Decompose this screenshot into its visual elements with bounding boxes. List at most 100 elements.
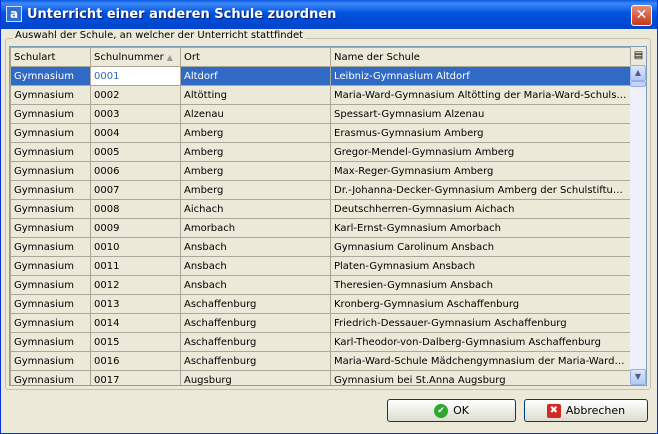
table-row[interactable]: Gymnasium 0001 Altdorf Leibniz-Gymnasium Al…: [10, 66, 631, 86]
table-row[interactable]: Gymnasium 0002 Altötting Maria-Ward-Gymnasi…: [10, 85, 631, 105]
column-chooser-icon[interactable]: ▤: [630, 47, 646, 65]
cell-schulnummer[interactable]: 0008: [90, 199, 181, 219]
column-header-schulart[interactable]: Schulart: [10, 47, 91, 67]
cell-schulart[interactable]: Gymnasium: [10, 294, 91, 314]
cell-schulart[interactable]: Gymnasium: [10, 351, 91, 371]
cell-ort[interactable]: Amberg: [180, 180, 331, 200]
cell-schulnummer[interactable]: 0006: [90, 161, 181, 181]
cell-schulnummer[interactable]: 0016: [90, 351, 181, 371]
cell-name[interactable]: Erasmus-Gymnasium Amberg: [330, 123, 631, 143]
title-bar[interactable]: a Unterricht einer anderen Schule zuordn…: [1, 0, 657, 29]
cell-schulnummer[interactable]: 0015: [90, 332, 181, 352]
cell-ort[interactable]: Amberg: [180, 161, 331, 181]
table-row[interactable]: Gymnasium 0007 Amberg Dr.-Johanna-Decker-Gy…: [10, 180, 631, 200]
cancel-button-label: Abbrechen: [565, 404, 626, 417]
cell-schulnummer[interactable]: 0001: [90, 66, 181, 86]
column-header-schulnummer[interactable]: Schulnummer ▲: [90, 47, 181, 67]
cell-schulnummer[interactable]: 0010: [90, 237, 181, 257]
cell-ort[interactable]: Amberg: [180, 123, 331, 143]
cell-ort[interactable]: Alzenau: [180, 104, 331, 124]
cell-name[interactable]: Dr.-Johanna-Decker-Gymnasium Amberg der …: [330, 180, 631, 200]
table-row[interactable]: Gymnasium 0003 Alzenau Spessart-Gymnasium A…: [10, 104, 631, 124]
cell-name[interactable]: Maria-Ward-Gymnasium Altötting der Maria…: [330, 85, 631, 105]
cell-name[interactable]: Karl-Ernst-Gymnasium Amorbach: [330, 218, 631, 238]
cell-schulart[interactable]: Gymnasium: [10, 180, 91, 200]
cell-ort[interactable]: Aichach: [180, 199, 331, 219]
cell-name[interactable]: Max-Reger-Gymnasium Amberg: [330, 161, 631, 181]
cell-name[interactable]: Platen-Gymnasium Ansbach: [330, 256, 631, 276]
cell-schulart[interactable]: Gymnasium: [10, 237, 91, 257]
cell-schulart[interactable]: Gymnasium: [10, 199, 91, 219]
cell-schulart[interactable]: Gymnasium: [10, 275, 91, 295]
table-row[interactable]: Gymnasium 0006 Amberg Max-Reger-Gymnasium A…: [10, 161, 631, 181]
cell-schulnummer[interactable]: 0014: [90, 313, 181, 333]
table-row[interactable]: Gymnasium 0015 Aschaffenburg Karl-Theodor-v…: [10, 332, 631, 352]
cell-schulart[interactable]: Gymnasium: [10, 332, 91, 352]
table-row[interactable]: Gymnasium 0004 Amberg Erasmus-Gymnasium Amb…: [10, 123, 631, 143]
cell-schulnummer[interactable]: 0005: [90, 142, 181, 162]
cell-schulart[interactable]: Gymnasium: [10, 218, 91, 238]
cell-schulnummer[interactable]: 0009: [90, 218, 181, 238]
cell-schulnummer[interactable]: 0007: [90, 180, 181, 200]
cell-schulnummer[interactable]: 0003: [90, 104, 181, 124]
cell-ort[interactable]: Ansbach: [180, 237, 331, 257]
cell-ort[interactable]: Altdorf: [180, 66, 331, 86]
cell-schulart[interactable]: Gymnasium: [10, 66, 91, 86]
cell-name[interactable]: Theresien-Gymnasium Ansbach: [330, 275, 631, 295]
sort-ascending-icon: ▲: [166, 52, 173, 62]
cell-schulart[interactable]: Gymnasium: [10, 104, 91, 124]
table-row[interactable]: Gymnasium 0008 Aichach Deutschherren-Gymnas…: [10, 199, 631, 219]
cell-name[interactable]: Gymnasium Carolinum Ansbach: [330, 237, 631, 257]
table-row[interactable]: Gymnasium 0011 Ansbach Platen-Gymnasium Ans…: [10, 256, 631, 276]
table-row[interactable]: Gymnasium 0017 Augsburg Gymnasium bei St.An…: [10, 370, 631, 385]
cancel-button[interactable]: ✖ Abbrechen: [524, 399, 648, 422]
column-header-ort[interactable]: Ort: [180, 47, 331, 67]
cell-schulart[interactable]: Gymnasium: [10, 256, 91, 276]
table-row[interactable]: Gymnasium 0013 Aschaffenburg Kronberg-Gymna…: [10, 294, 631, 314]
cell-name[interactable]: Maria-Ward-Schule Mädchengymnasium der M…: [330, 351, 631, 371]
cell-name[interactable]: Gymnasium bei St.Anna Augsburg: [330, 370, 631, 385]
table-row[interactable]: Gymnasium 0014 Aschaffenburg Friedrich-Dess…: [10, 313, 631, 333]
cell-schulnummer[interactable]: 0017: [90, 370, 181, 385]
cell-name[interactable]: Gregor-Mendel-Gymnasium Amberg: [330, 142, 631, 162]
cell-name[interactable]: Karl-Theodor-von-Dalberg-Gymnasium Ascha…: [330, 332, 631, 352]
close-button[interactable]: ✕: [631, 5, 652, 26]
cell-name[interactable]: Friedrich-Dessauer-Gymnasium Aschaffenbu…: [330, 313, 631, 333]
scroll-thumb[interactable]: [630, 81, 646, 87]
ok-button[interactable]: ✔ OK: [387, 399, 516, 422]
cell-ort[interactable]: Ansbach: [180, 256, 331, 276]
cell-ort[interactable]: Aschaffenburg: [180, 313, 331, 333]
cell-schulnummer[interactable]: 0011: [90, 256, 181, 276]
column-header-name[interactable]: Name der Schule: [330, 47, 631, 67]
cell-ort[interactable]: Amberg: [180, 142, 331, 162]
cell-schulart[interactable]: Gymnasium: [10, 313, 91, 333]
cell-schulart[interactable]: Gymnasium: [10, 370, 91, 385]
cell-schulart[interactable]: Gymnasium: [10, 85, 91, 105]
cell-ort[interactable]: Augsburg: [180, 370, 331, 385]
cell-schulnummer[interactable]: 0013: [90, 294, 181, 314]
table-row[interactable]: Gymnasium 0012 Ansbach Theresien-Gymnasium …: [10, 275, 631, 295]
vertical-scrollbar[interactable]: ▲ ▼: [630, 65, 646, 385]
cell-name[interactable]: Leibniz-Gymnasium Altdorf: [330, 66, 631, 86]
cell-name[interactable]: Deutschherren-Gymnasium Aichach: [330, 199, 631, 219]
cell-schulnummer[interactable]: 0002: [90, 85, 181, 105]
cell-schulart[interactable]: Gymnasium: [10, 123, 91, 143]
cell-schulart[interactable]: Gymnasium: [10, 142, 91, 162]
scroll-up-icon[interactable]: ▲: [630, 65, 646, 81]
cell-ort[interactable]: Amorbach: [180, 218, 331, 238]
cell-ort[interactable]: Ansbach: [180, 275, 331, 295]
cell-schulnummer[interactable]: 0004: [90, 123, 181, 143]
cell-schulart[interactable]: Gymnasium: [10, 161, 91, 181]
table-row[interactable]: Gymnasium 0016 Aschaffenburg Maria-Ward-Sch…: [10, 351, 631, 371]
cell-name[interactable]: Spessart-Gymnasium Alzenau: [330, 104, 631, 124]
table-row[interactable]: Gymnasium 0009 Amorbach Karl-Ernst-Gymnasiu…: [10, 218, 631, 238]
table-row[interactable]: Gymnasium 0010 Ansbach Gymnasium Carolinum …: [10, 237, 631, 257]
cell-ort[interactable]: Aschaffenburg: [180, 332, 331, 352]
cell-ort[interactable]: Aschaffenburg: [180, 351, 331, 371]
cell-ort[interactable]: Altötting: [180, 85, 331, 105]
cell-schulnummer[interactable]: 0012: [90, 275, 181, 295]
table-row[interactable]: Gymnasium 0005 Amberg Gregor-Mendel-Gymnasi…: [10, 142, 631, 162]
scroll-down-icon[interactable]: ▼: [630, 369, 646, 385]
cell-name[interactable]: Kronberg-Gymnasium Aschaffenburg: [330, 294, 631, 314]
cell-ort[interactable]: Aschaffenburg: [180, 294, 331, 314]
